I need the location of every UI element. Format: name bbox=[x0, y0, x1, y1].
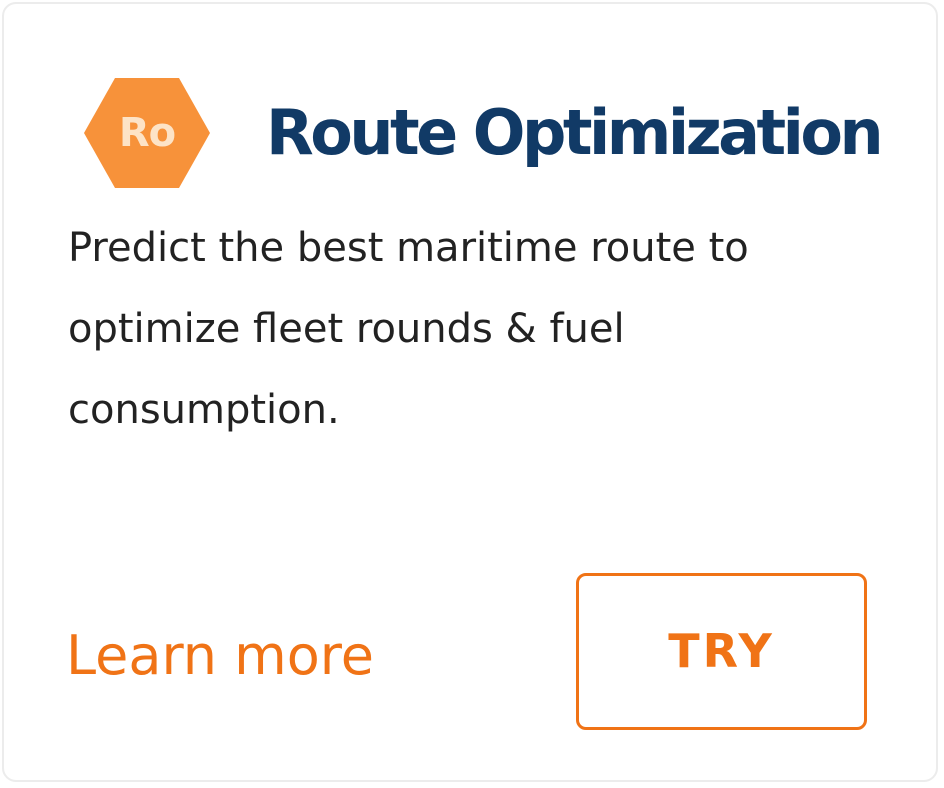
learn-more-link[interactable]: Learn more bbox=[66, 616, 374, 696]
product-card: Ro Route Optimization Predict the best m… bbox=[2, 2, 938, 782]
card-description: Predict the best maritime route to optim… bbox=[68, 225, 749, 433]
hexagon-icon: Ro bbox=[84, 78, 210, 188]
card-title: Route Optimization bbox=[266, 96, 884, 169]
try-button[interactable]: TRY bbox=[576, 573, 867, 730]
badge-label: Ro bbox=[118, 110, 176, 156]
